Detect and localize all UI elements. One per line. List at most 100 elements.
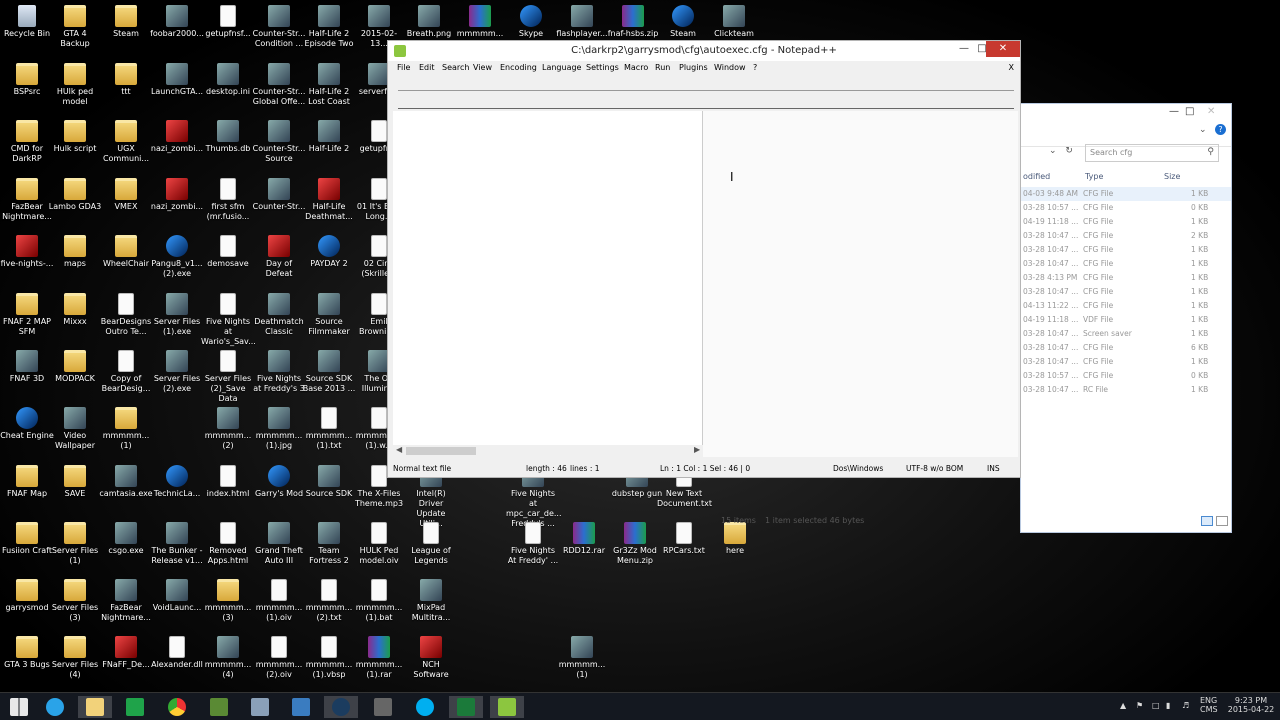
- taskbar-app-3[interactable]: [366, 696, 400, 718]
- desktop-icon[interactable]: flashplayer...: [555, 5, 609, 39]
- desktop-icon[interactable]: Garry's Mod: [252, 465, 306, 499]
- close-button[interactable]: ✕: [986, 41, 1020, 57]
- desktop-icon[interactable]: Server Files (4): [48, 636, 102, 680]
- desktop-icon[interactable]: VMEX: [99, 178, 153, 212]
- taskbar-file-explorer[interactable]: [78, 696, 112, 718]
- desktop-icon[interactable]: mmmmm... (1).rar: [352, 636, 406, 680]
- desktop-icon[interactable]: Counter-Str... Source: [252, 120, 306, 164]
- desktop-icon[interactable]: mmmmm... (1).jpg: [252, 407, 306, 451]
- desktop-icon[interactable]: Video Wallpaper: [48, 407, 102, 451]
- editor-empty-area[interactable]: [703, 111, 1018, 457]
- file-row[interactable]: 03-28 10:47 ... RC File 1 KB: [1021, 383, 1231, 397]
- file-row[interactable]: 03-28 10:47 ... CFG File 6 KB: [1021, 341, 1231, 355]
- desktop-icon[interactable]: mmmmm... (2).txt: [302, 579, 356, 623]
- desktop-icon[interactable]: Recycle Bin: [0, 5, 54, 39]
- tray-overflow-icon[interactable]: ▲: [1120, 701, 1126, 710]
- desktop-icon[interactable]: TechnicLa...: [150, 465, 204, 499]
- npp-titlebar[interactable]: C:\darkrp2\garrysmod\cfg\autoexec.cfg - …: [388, 41, 1020, 61]
- explorer-titlebar[interactable]: — □ ✕: [1021, 104, 1231, 121]
- desktop-icon[interactable]: Half-Life 2 Episode Two: [302, 5, 356, 49]
- refresh-icon[interactable]: ↻: [1065, 146, 1073, 156]
- editor-text-area[interactable]: [393, 111, 703, 457]
- desktop-icon[interactable]: maps: [48, 235, 102, 269]
- desktop-icon[interactable]: Copy of BearDesig...: [99, 350, 153, 394]
- desktop-icon[interactable]: Source SDK: [302, 465, 356, 499]
- desktop-icon[interactable]: getupfnsf...: [201, 5, 255, 39]
- desktop-icon[interactable]: FNAF Map: [0, 465, 54, 499]
- desktop-icon[interactable]: mmmmm... (2).oiv: [252, 636, 306, 680]
- language-indicator[interactable]: ENG CMS: [1200, 696, 1218, 714]
- desktop-icon[interactable]: Lambo GDA3: [48, 178, 102, 212]
- file-row[interactable]: 04-19 11:18 ... VDF File 1 KB: [1021, 313, 1231, 327]
- desktop-icon[interactable]: Fusiion Craft: [0, 522, 54, 556]
- desktop-icon[interactable]: nazi_zombi...: [150, 178, 204, 212]
- minimize-icon[interactable]: —: [956, 41, 972, 57]
- desktop-icon[interactable]: WheelChair: [99, 235, 153, 269]
- desktop-icon[interactable]: garrysmod: [0, 579, 54, 613]
- flag-icon[interactable]: ⚑: [1136, 701, 1143, 710]
- file-row[interactable]: 03-28 4:13 PM CFG File 1 KB: [1021, 271, 1231, 285]
- menu-window[interactable]: Window: [714, 63, 746, 72]
- desktop-icon[interactable]: Half-Life 2: [302, 120, 356, 154]
- maximize-icon[interactable]: □: [1185, 106, 1194, 117]
- desktop-icon[interactable]: Source Filmmaker: [302, 293, 356, 337]
- desktop-icon[interactable]: mmmmm... (1).vbsp: [302, 636, 356, 680]
- menu-edit[interactable]: Edit: [419, 63, 435, 72]
- desktop-icon[interactable]: demosave: [201, 235, 255, 269]
- desktop-icon[interactable]: Half-Life Deathmat...: [302, 178, 356, 222]
- file-row[interactable]: 03-28 10:57 ... CFG File 0 KB: [1021, 201, 1231, 215]
- desktop-icon[interactable]: Five Nights At Freddy' ...: [506, 522, 560, 566]
- desktop-icon[interactable]: PAYDAY 2: [302, 235, 356, 269]
- desktop-icon[interactable]: MixPad Multitra...: [404, 579, 458, 623]
- file-row[interactable]: 03-28 10:47 ... CFG File 1 KB: [1021, 257, 1231, 271]
- desktop-icon[interactable]: Alexander.dll: [150, 636, 204, 670]
- desktop-icon[interactable]: Server Files (3): [48, 579, 102, 623]
- desktop-icon[interactable]: Thumbs.db: [201, 120, 255, 154]
- display-icon[interactable]: □: [1152, 701, 1160, 710]
- desktop-icon[interactable]: Mixxx: [48, 293, 102, 327]
- file-row[interactable]: 04-13 11:22 ... CFG File 1 KB: [1021, 299, 1231, 313]
- column-type[interactable]: Type: [1085, 172, 1103, 181]
- desktop-icon[interactable]: HULK Ped model.oiv: [352, 522, 406, 566]
- desktop-icon[interactable]: Team Fortress 2: [302, 522, 356, 566]
- desktop-icon[interactable]: Server Files (2)_Save Data: [201, 350, 255, 404]
- desktop-icon[interactable]: mmmmm... (1): [99, 407, 153, 451]
- menu-run[interactable]: Run: [655, 63, 670, 72]
- tiles-view-icon[interactable]: [1216, 516, 1228, 526]
- desktop-icon[interactable]: Counter-Str...: [252, 178, 306, 212]
- desktop-icon[interactable]: VoidLaunc...: [150, 579, 204, 613]
- desktop-icon[interactable]: Source SDK Base 2013 ...: [302, 350, 356, 394]
- taskbar-steam[interactable]: [324, 696, 358, 718]
- menu-settings[interactable]: Settings: [586, 63, 619, 72]
- desktop-icon[interactable]: Server Files (2).exe: [150, 350, 204, 394]
- desktop-icon[interactable]: HUlk ped model: [48, 63, 102, 107]
- desktop-icon[interactable]: BearDesigns Outro Te...: [99, 293, 153, 337]
- notepad-plus-plus-window[interactable]: C:\darkrp2\garrysmod\cfg\autoexec.cfg - …: [387, 40, 1021, 478]
- desktop-icon[interactable]: LaunchGTA...: [150, 63, 204, 97]
- menu-macro[interactable]: Macro: [624, 63, 648, 72]
- desktop-icon[interactable]: Server Files (1).exe: [150, 293, 204, 337]
- clock[interactable]: 9:23 PM 2015-04-22: [1226, 696, 1276, 714]
- desktop-icon[interactable]: RDD12.rar: [557, 522, 611, 556]
- desktop-icon[interactable]: League of Legends: [404, 522, 458, 566]
- desktop-icon[interactable]: mmmmm... (4): [201, 636, 255, 680]
- desktop-icon[interactable]: NCH Software: [404, 636, 458, 680]
- desktop-icon[interactable]: CMD for DarkRP: [0, 120, 54, 164]
- menu-plugins[interactable]: Plugins: [679, 63, 708, 72]
- desktop-icon[interactable]: Half-Life 2 Lost Coast: [302, 63, 356, 107]
- desktop-icon[interactable]: mmmmm... (3): [201, 579, 255, 623]
- scroll-right-icon[interactable]: ▶: [694, 445, 700, 454]
- desktop-icon[interactable]: FNAF 3D: [0, 350, 54, 384]
- desktop-icon[interactable]: mmmmm... (1).oiv: [252, 579, 306, 623]
- desktop-icon[interactable]: nazi_zombi...: [150, 120, 204, 154]
- desktop-icon[interactable]: FNAF 2 MAP SFM: [0, 293, 54, 337]
- desktop-icon[interactable]: Pangu8_v1... (2).exe: [150, 235, 204, 279]
- menu-help[interactable]: ?: [753, 63, 757, 72]
- desktop-icon[interactable]: Cheat Engine: [0, 407, 54, 441]
- chevron-down-icon[interactable]: ⌄: [1199, 125, 1207, 135]
- desktop-icon[interactable]: The Bunker - Release v1...: [150, 522, 204, 566]
- desktop-icon[interactable]: mmmmm... (1).txt: [302, 407, 356, 451]
- desktop-icon[interactable]: FazBear Nightmare...: [0, 178, 54, 222]
- desktop-icon[interactable]: Steam: [99, 5, 153, 39]
- file-row[interactable]: 03-28 10:47 ... CFG File 1 KB: [1021, 355, 1231, 369]
